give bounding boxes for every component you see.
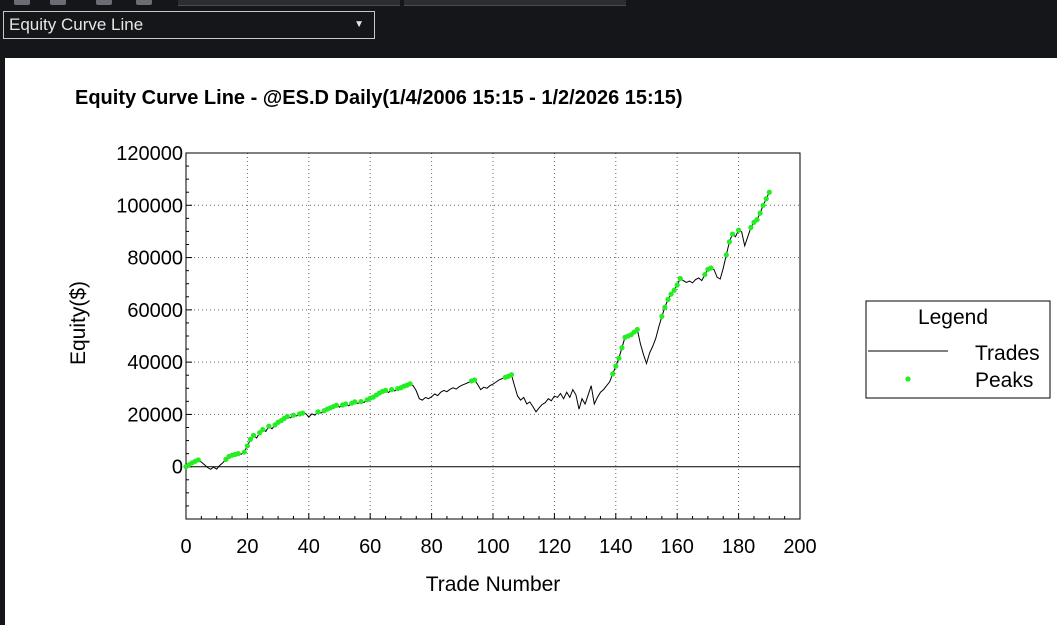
view-selector-value: Equity Curve Line xyxy=(9,15,144,34)
peak-point xyxy=(389,386,395,393)
peak-point xyxy=(407,381,413,387)
peak-point xyxy=(508,372,515,378)
peak-point xyxy=(471,377,478,383)
y-axis-label: Equity($) xyxy=(67,281,90,365)
peak-point xyxy=(300,410,306,416)
peak-point xyxy=(662,304,668,310)
peak-point xyxy=(241,449,247,455)
x-tick-labels: 0 20 40 60 80 100 120 140 160 180 200 xyxy=(180,536,816,558)
peak-point xyxy=(677,275,683,282)
peak-point xyxy=(290,412,297,418)
y-tick-label: 60000 xyxy=(127,300,183,322)
peak-point xyxy=(260,426,266,433)
x-tick-label: 20 xyxy=(236,536,258,558)
legend-box: Legend Trades Peaks xyxy=(865,300,1051,399)
peak-point xyxy=(616,355,622,361)
peak-point xyxy=(708,265,714,271)
y-tick-labels: 0 20000 40000 60000 80000 100000 120000 xyxy=(116,143,183,479)
top-toolbar: Equity Curve Line ▼ xyxy=(0,0,1057,58)
x-tick-label: 160 xyxy=(661,536,694,558)
peak-point xyxy=(333,402,340,408)
peak-point xyxy=(619,345,625,351)
x-tick-label: 40 xyxy=(298,536,320,558)
peak-point xyxy=(250,432,257,438)
peak-point xyxy=(634,326,640,333)
peak-point xyxy=(358,399,364,405)
peak-point xyxy=(671,287,677,293)
x-tick-label: 100 xyxy=(476,536,509,558)
legend-title: Legend xyxy=(918,306,988,329)
peak-point xyxy=(736,227,742,233)
peak-point xyxy=(352,399,358,405)
peak-point xyxy=(760,202,766,208)
y-tick-label: 20000 xyxy=(127,404,183,426)
x-tick-label: 140 xyxy=(599,536,632,558)
y-tick-label: 100000 xyxy=(116,195,183,217)
equity-chart: Equity Curve Line - @ES.D Daily(1/4/2006… xyxy=(67,87,1051,596)
plot-frame xyxy=(185,152,801,520)
peak-point xyxy=(235,451,241,457)
y-tick-label: 40000 xyxy=(127,352,183,374)
peak-point xyxy=(315,409,321,415)
chart-title: Equity Curve Line - @ES.D Daily(1/4/2006… xyxy=(75,87,683,109)
tool-icon[interactable] xyxy=(136,0,152,5)
peak-point xyxy=(729,231,736,237)
x-tick-label: 180 xyxy=(722,536,755,558)
peak-point xyxy=(723,252,729,258)
x-tick-label: 200 xyxy=(783,536,816,558)
x-tick-label: 120 xyxy=(538,536,571,558)
peak-point xyxy=(766,189,772,195)
x-axis-label: Trade Number xyxy=(426,573,561,596)
chart-grid xyxy=(186,153,800,519)
legend-entry-peaks: Peaks xyxy=(975,369,1033,392)
x-tick-label: 0 xyxy=(180,536,191,558)
peak-point xyxy=(757,210,763,216)
refresh-icon[interactable] xyxy=(96,0,112,5)
chevron-down-icon: ▼ xyxy=(354,19,364,30)
window-icon[interactable] xyxy=(14,0,30,5)
peak-point xyxy=(613,363,619,369)
peak-point xyxy=(748,224,754,231)
peak-point xyxy=(382,387,389,393)
peak-point xyxy=(763,196,769,202)
peak-point xyxy=(343,401,349,407)
y-tick-label: 0 xyxy=(172,457,183,479)
peak-point xyxy=(702,271,708,278)
chart-axes xyxy=(185,152,801,520)
peak-point xyxy=(659,313,665,319)
peak-point xyxy=(610,371,616,377)
document-icon[interactable] xyxy=(50,0,66,5)
peak-point xyxy=(674,282,680,288)
x-tick-label: 80 xyxy=(420,536,442,558)
peak-point xyxy=(665,296,671,302)
peak-point xyxy=(726,239,732,245)
y-tick-label: 120000 xyxy=(116,143,183,165)
x-tick-label: 60 xyxy=(359,536,381,558)
peak-point xyxy=(284,413,290,420)
peak-point xyxy=(754,217,760,223)
peak-point xyxy=(195,457,201,463)
toolbar-field-2[interactable] xyxy=(404,0,626,6)
y-tick-label: 80000 xyxy=(127,248,183,270)
trades-series-line xyxy=(185,191,770,470)
peaks-series-points xyxy=(183,189,772,470)
peak-point xyxy=(266,423,272,429)
view-selector-dropdown[interactable]: Equity Curve Line ▼ xyxy=(3,11,375,39)
chart-panel: Equity Curve Line - @ES.D Daily(1/4/2006… xyxy=(5,58,1057,625)
toolbar-field-1[interactable] xyxy=(178,0,400,6)
peak-point xyxy=(244,443,250,449)
legend-peaks-swatch xyxy=(905,376,911,382)
legend-entry-trades: Trades xyxy=(975,342,1040,365)
